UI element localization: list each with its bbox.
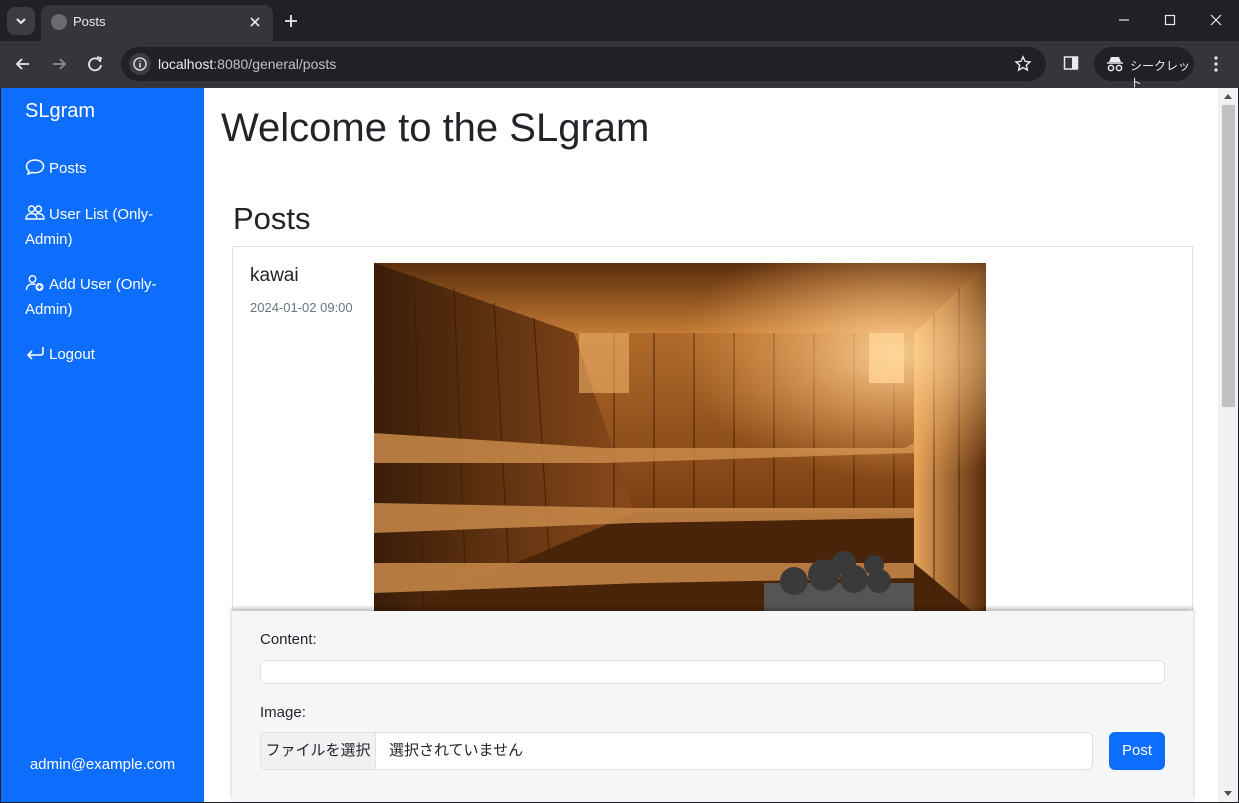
scroll-down-arrow-icon[interactable]: [1224, 791, 1232, 796]
post-image: [374, 263, 986, 623]
incognito-icon: [1107, 57, 1123, 72]
maximize-icon: [1164, 14, 1176, 26]
tab-search-button[interactable]: [7, 7, 35, 35]
scroll-thumb[interactable]: [1222, 105, 1235, 407]
post-card: kawai 2024-01-02 09:00: [232, 246, 1193, 626]
content-label: Content:: [260, 631, 317, 648]
side-panel-icon[interactable]: [1063, 55, 1079, 71]
new-tab-icon[interactable]: [282, 12, 300, 30]
reload-icon[interactable]: [84, 53, 106, 75]
incognito-label: シークレット: [1130, 59, 1191, 90]
person-add-icon: [25, 275, 44, 291]
bookmark-star-icon[interactable]: [1014, 55, 1032, 73]
tab-strip: Posts: [0, 0, 1239, 41]
chevron-down-icon: [16, 18, 26, 25]
sidebar-item-add-user[interactable]: Add User (Only-Admin): [25, 272, 195, 322]
close-icon[interactable]: [247, 14, 263, 30]
section-title: Posts: [233, 201, 311, 236]
sidebar: SLgram Posts User List (Only-Admin) Add …: [1, 88, 204, 802]
tab-title: Posts: [73, 14, 106, 29]
close-window-icon: [1210, 14, 1222, 26]
sidebar-item-label: Posts: [49, 160, 87, 177]
main-content: Welcome to the SLgram Posts kawai 2024-0…: [204, 88, 1218, 802]
image-file-input[interactable]: ファイルを選択 選択されていません: [260, 732, 1093, 770]
globe-icon: [51, 14, 67, 30]
active-tab[interactable]: Posts: [41, 5, 273, 41]
sidebar-item-label: Logout: [49, 346, 95, 363]
image-label: Image:: [260, 704, 306, 721]
sidebar-item-user-list[interactable]: User List (Only-Admin): [25, 202, 195, 252]
info-icon: [133, 57, 147, 71]
browser-window: Posts localhost:8080/general/posts シークレッ…: [0, 0, 1239, 803]
post-date: 2024-01-02 09:00: [250, 300, 353, 315]
return-arrow-icon: [26, 347, 44, 360]
post-submit-button[interactable]: Post: [1109, 732, 1165, 770]
url-host: localhost: [158, 56, 214, 72]
url-text: localhost:8080/general/posts: [158, 56, 336, 72]
address-bar[interactable]: localhost:8080/general/posts: [121, 47, 1046, 81]
close-window-button[interactable]: [1192, 0, 1238, 40]
people-icon: [25, 205, 45, 220]
choose-file-button[interactable]: ファイルを選択: [261, 733, 376, 769]
sidebar-item-posts[interactable]: Posts: [25, 156, 195, 181]
brand-logo[interactable]: SLgram: [25, 100, 95, 123]
sidebar-item-logout[interactable]: Logout: [25, 342, 195, 367]
minimize-icon: [1119, 19, 1129, 21]
incognito-indicator[interactable]: シークレット: [1094, 47, 1194, 90]
page-title: Welcome to the SLgram: [221, 106, 650, 150]
scroll-up-arrow-icon[interactable]: [1224, 94, 1232, 99]
content-input[interactable]: [260, 660, 1165, 684]
new-post-form: Content: Image: ファイルを選択 選択されていません Post: [232, 611, 1193, 802]
post-username: kawai: [250, 265, 299, 286]
forward-arrow-icon[interactable]: [48, 53, 70, 75]
browser-toolbar: localhost:8080/general/posts シークレット: [0, 41, 1239, 90]
minimize-button[interactable]: [1100, 0, 1146, 40]
site-info-button[interactable]: [129, 53, 151, 75]
maximize-button[interactable]: [1146, 0, 1192, 40]
chat-icon: [25, 159, 45, 176]
back-arrow-icon[interactable]: [12, 53, 34, 75]
more-menu-icon[interactable]: [1207, 55, 1225, 73]
file-status-text: 選択されていません: [389, 742, 524, 759]
url-path: :8080/general/posts: [213, 56, 337, 72]
user-email: admin@example.com: [29, 756, 176, 773]
page-scrollbar[interactable]: [1218, 88, 1238, 802]
page-viewport: SLgram Posts User List (Only-Admin) Add …: [1, 88, 1238, 802]
